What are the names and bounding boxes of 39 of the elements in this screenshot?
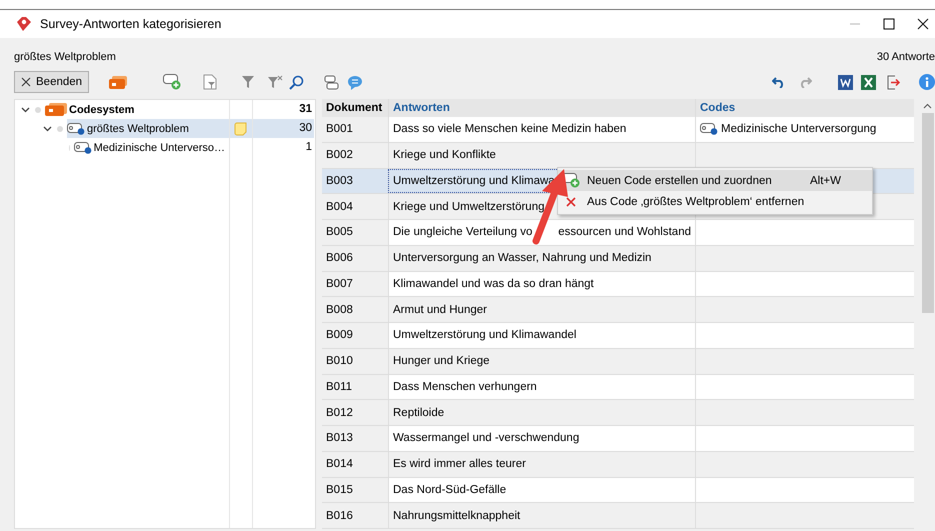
table-cell: Es wird immer alles teurer — [393, 458, 526, 470]
table-cell: B002 — [326, 149, 353, 162]
answer-count-label: 30 Antworte — [876, 51, 935, 63]
table-cell: Wassermangel und -verschwendung — [393, 432, 580, 444]
table-cell: Nahrungsmittelknappheit — [393, 510, 520, 522]
count-label: 31 — [299, 103, 312, 115]
table-cell: Armut und Hunger — [393, 304, 487, 316]
table-cell: Das Nord-Süd-Gefälle — [393, 484, 506, 496]
table-cell: B006 — [326, 252, 353, 264]
table-cell: Kriege und Umweltzerstörung — [393, 200, 544, 213]
table-cell: Hunger und Kriege — [393, 355, 490, 368]
table-cell: B013 — [326, 432, 353, 444]
table-cell: Klimawandel und was da so dran hängt — [393, 278, 594, 290]
table-cell: essourcen und Wohlstand — [558, 226, 691, 238]
table-cell: B015 — [326, 484, 353, 496]
table-cell: B009 — [326, 329, 353, 342]
table-cell: B011 — [326, 380, 352, 393]
table-cell: B001 — [326, 123, 353, 136]
table-cell: Kriege und Konflikte — [393, 149, 496, 162]
table-cell: B008 — [326, 304, 353, 316]
table-cell: B016 — [326, 510, 353, 522]
count-label: 30 — [299, 122, 312, 134]
table-cell: Reptiloide — [393, 406, 444, 419]
table-cell: B010 — [326, 355, 353, 368]
table-cell: Medizinische Unterversorgung — [721, 123, 876, 136]
table-cell: B005 — [326, 226, 353, 238]
count-label: 1 — [306, 141, 312, 153]
table-cell: B007 — [326, 278, 353, 290]
table-cell: B004 — [326, 200, 353, 213]
table-cell: Die ungleiche Verteilung vo — [393, 226, 532, 238]
window-title: Survey-Antworten kategorisieren — [40, 17, 222, 31]
table-cell: Dass Menschen verhungern — [393, 380, 537, 393]
table-cell: Umweltzerstörung und Klimawandel — [393, 329, 576, 342]
table-cell: Dass so viele Menschen keine Medizin haben — [393, 123, 626, 136]
code-name-label: größtes Weltproblem — [14, 51, 116, 63]
table-cell: Unterversorgung an Wasser, Nahrung und Medizin — [393, 252, 652, 264]
table-cell: B003 — [326, 174, 353, 187]
table-cell: B014 — [326, 458, 353, 470]
table-cell: B012 — [326, 406, 353, 419]
